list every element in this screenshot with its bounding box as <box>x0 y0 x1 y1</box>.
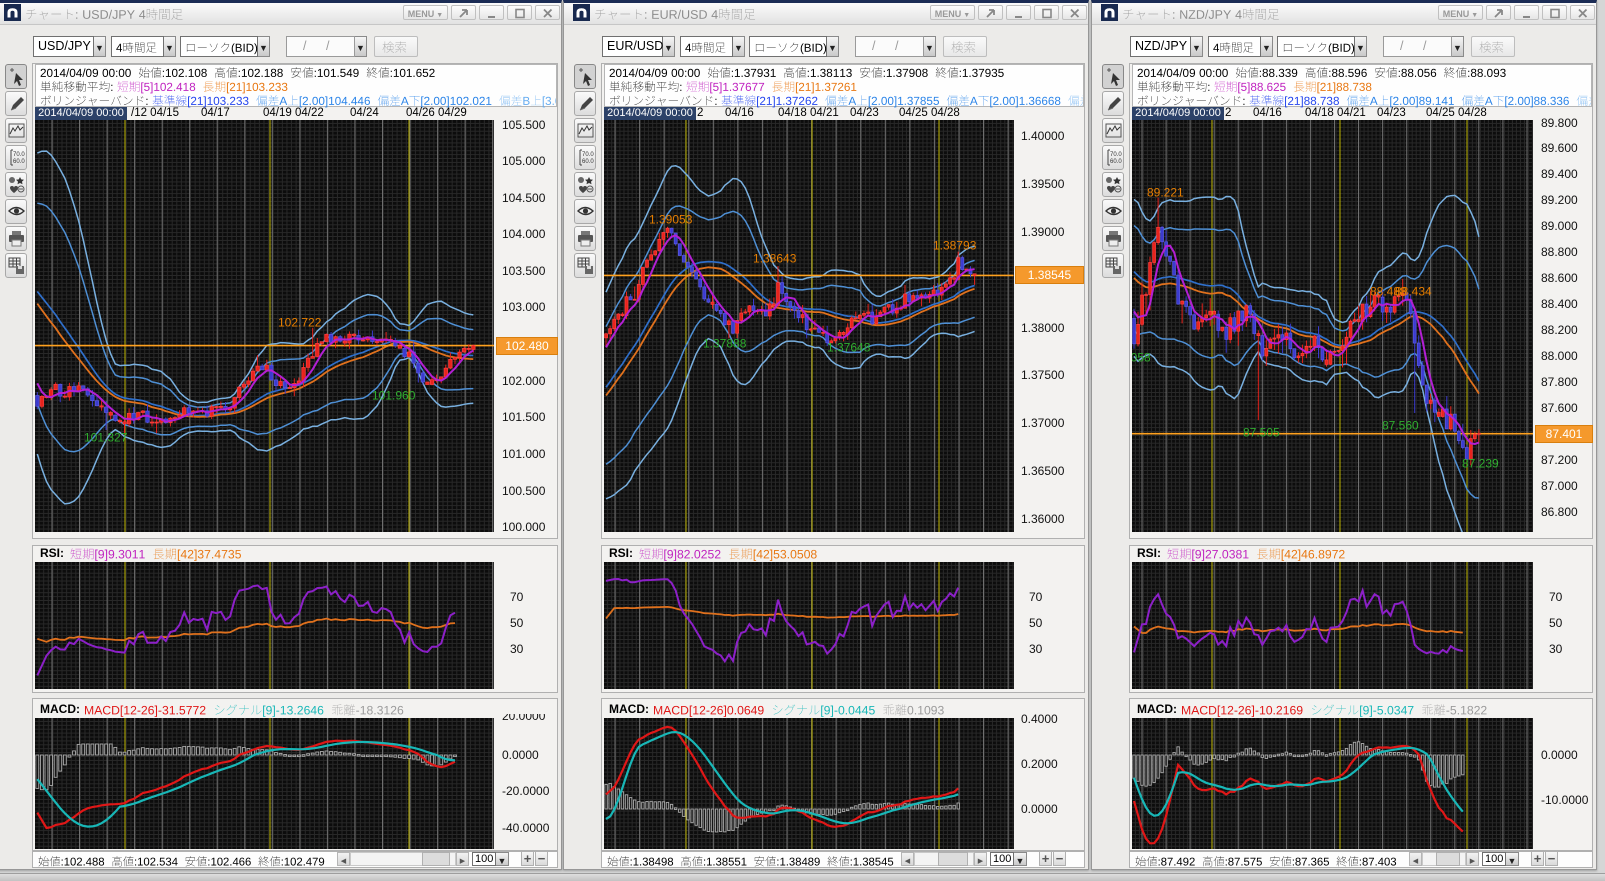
svg-text:1.37648: 1.37648 <box>827 341 871 355</box>
svg-text:87.560: 87.560 <box>1382 419 1419 433</box>
svg-text:60.0: 60.0 <box>1110 159 1122 165</box>
svg-text:70.0: 70.0 <box>1110 152 1122 158</box>
svg-text:87.505: 87.505 <box>1243 426 1280 440</box>
svg-text:88.058: 88.058 <box>1132 351 1151 365</box>
svg-text:1.38793: 1.38793 <box>933 239 977 253</box>
svg-text:88.434: 88.434 <box>1395 285 1432 299</box>
svg-text:101.960: 101.960 <box>372 389 416 403</box>
svg-text:102.722: 102.722 <box>278 316 322 330</box>
svg-text:87.239: 87.239 <box>1462 457 1499 471</box>
svg-text:1.39053: 1.39053 <box>649 213 693 227</box>
svg-text:1.38643: 1.38643 <box>753 252 797 266</box>
svg-text:70.0: 70.0 <box>13 152 25 158</box>
svg-text:101.327: 101.327 <box>84 431 128 445</box>
svg-text:60.0: 60.0 <box>582 159 594 165</box>
svg-text:1.37888: 1.37888 <box>703 337 747 351</box>
svg-text:60.0: 60.0 <box>13 159 25 165</box>
svg-text:70.0: 70.0 <box>582 152 594 158</box>
svg-text:89.221: 89.221 <box>1147 186 1184 200</box>
